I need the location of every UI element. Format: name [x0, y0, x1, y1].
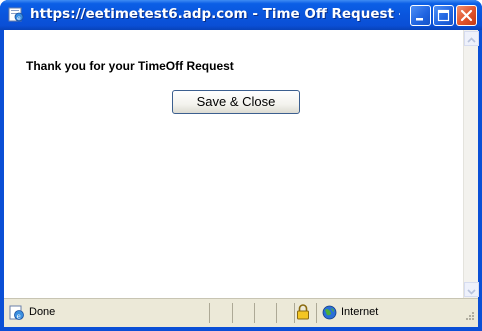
window-title: https://eetimetest6.adp.com - Time Off R… [30, 6, 400, 22]
minimize-button[interactable] [410, 5, 431, 26]
maximize-icon [437, 9, 450, 22]
svg-text:e: e [17, 15, 21, 22]
maximize-button[interactable] [433, 5, 454, 26]
ie-page-icon: e [8, 7, 24, 22]
save-and-close-button[interactable]: Save & Close [172, 90, 300, 114]
status-divider [232, 303, 233, 323]
status-divider [276, 303, 277, 323]
page-content: Thank you for your TimeOff Request Save … [4, 30, 479, 298]
minimize-icon [416, 18, 423, 21]
scroll-down-button[interactable] [464, 282, 479, 297]
confirmation-message: Thank you for your TimeOff Request [26, 59, 234, 73]
status-text: Done [29, 306, 56, 318]
resize-grip-icon[interactable] [465, 311, 475, 321]
chevron-up-icon [467, 37, 476, 43]
vertical-scrollbar[interactable] [463, 30, 479, 298]
status-divider [316, 303, 317, 323]
scroll-up-button[interactable] [464, 31, 479, 46]
close-button[interactable] [456, 5, 477, 26]
status-divider [294, 303, 295, 323]
ie-page-icon: e [9, 305, 24, 321]
svg-text:e: e [17, 313, 21, 321]
title-bar[interactable]: e https://eetimetest6.adp.com - Time Off… [0, 0, 482, 30]
window-frame-bottom [0, 327, 482, 331]
globe-icon [322, 305, 337, 320]
padlock-icon [297, 304, 309, 320]
chevron-down-icon [467, 289, 476, 295]
status-bar: e Done Internet [4, 298, 478, 327]
close-icon [460, 9, 473, 22]
status-divider [254, 303, 255, 323]
status-divider [209, 303, 210, 323]
security-zone-label: Internet [341, 306, 379, 318]
